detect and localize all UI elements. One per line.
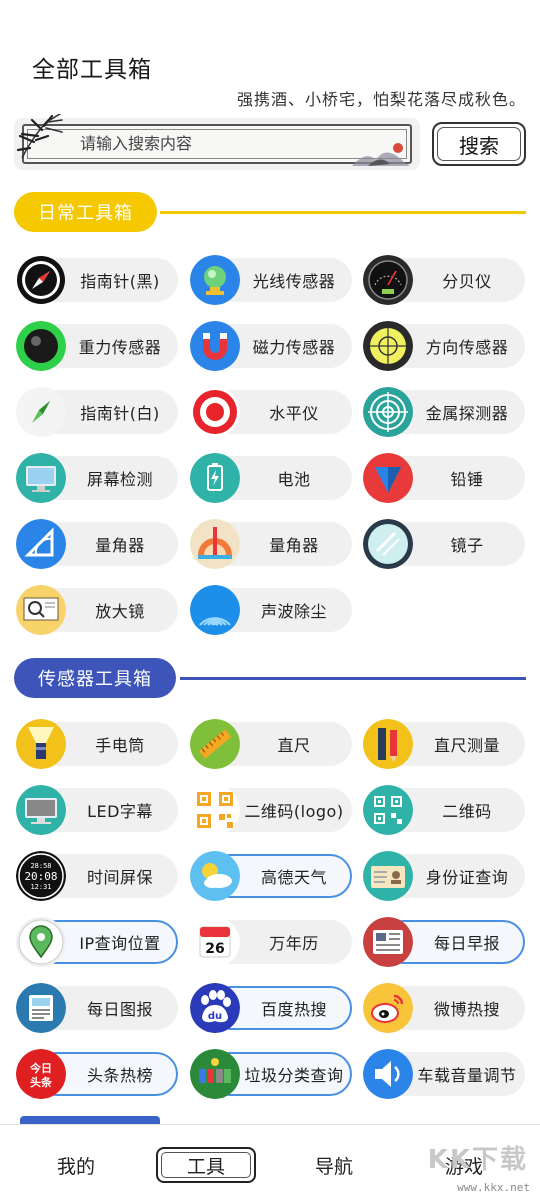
header-slogan: 强携酒、小桥宅，怕梨花落尽成秋色。 [236, 90, 526, 109]
battery-icon [190, 453, 240, 503]
calendar-icon: 26 [190, 917, 240, 967]
tool-direction-sensor[interactable]: 方向传感器 [361, 321, 525, 371]
tool-weibo-hot[interactable]: 微博热搜 [361, 983, 525, 1033]
sonic-dust-icon [190, 585, 240, 635]
toutiao-logo-text-2: 头条 [30, 1075, 53, 1089]
next-section-header-partial [20, 1116, 160, 1124]
compass-black-icon [16, 255, 66, 305]
tool-daily-picture-news[interactable]: 每日图报 [14, 983, 178, 1033]
section-header-daily: 日常工具箱 [14, 192, 526, 232]
qrcode-logo-icon [190, 785, 240, 835]
nav-item-mine[interactable]: 我的 [26, 1147, 126, 1183]
magnifier-icon [16, 585, 66, 635]
ruler-measure-icon [363, 719, 413, 769]
tool-mirror[interactable]: 镜子 [361, 519, 525, 569]
tool-toutiao-hot[interactable]: 头条热榜 今日 头条 [14, 1049, 178, 1099]
tool-magnifier[interactable]: 放大镜 [14, 585, 178, 635]
mountain-decoration-icon [352, 143, 410, 166]
tool-battery[interactable]: 电池 [188, 453, 352, 503]
led-monitor-icon [16, 785, 66, 835]
tool-plumb-bob[interactable]: 铅锤 [361, 453, 525, 503]
ruler-icon [190, 719, 240, 769]
tool-car-volume[interactable]: 车载音量调节 [361, 1049, 525, 1099]
flashlight-icon [16, 719, 66, 769]
search-input[interactable] [80, 130, 340, 156]
baidu-icon: du [190, 983, 240, 1033]
watermark-brand: KK下载 [427, 1145, 528, 1175]
toutiao-icon: 今日 头条 [16, 1049, 66, 1099]
bottom-nav: 我的 工具 导航 游戏 KK下载 www.kkx.net [0, 1124, 540, 1200]
decibel-meter-icon [363, 255, 413, 305]
tool-gravity-sensor[interactable]: 重力传感器 [14, 321, 178, 371]
clock-top-text: 28:58 [30, 862, 51, 870]
calendar-day-text: 26 [205, 941, 224, 957]
tool-ruler[interactable]: 直尺 [188, 719, 352, 769]
tool-protractor-1[interactable]: 量角器 [14, 519, 178, 569]
nav-item-tools[interactable]: 工具 [156, 1147, 256, 1183]
tool-light-sensor[interactable]: 光线传感器 [188, 255, 352, 305]
plumb-bob-icon [363, 453, 413, 503]
clock-bot-text: 12:31 [30, 883, 51, 891]
picture-news-icon [16, 983, 66, 1033]
speaker-icon [363, 1049, 413, 1099]
tool-decibel-meter[interactable]: 分贝仪 [361, 255, 525, 305]
tool-flashlight[interactable]: 手电筒 [14, 719, 178, 769]
clock-mid-text: 20:08 [24, 870, 57, 883]
bamboo-decoration-icon [16, 114, 63, 159]
tool-calendar[interactable]: 万年历 26 [188, 917, 352, 967]
gravity-sensor-icon [16, 321, 66, 371]
section-divider-daily [160, 211, 526, 214]
tool-screen-test[interactable]: 屏幕检测 [14, 453, 178, 503]
tool-daily-morning-news[interactable]: 每日早报 [361, 917, 525, 967]
tool-qrcode-logo[interactable]: 二维码(logo) [188, 785, 352, 835]
light-sensor-icon [190, 255, 240, 305]
toutiao-logo-text-1: 今日 [29, 1061, 52, 1075]
clock-screensaver-icon: 28:58 20:08 12:31 [16, 851, 66, 901]
tool-baidu-hot[interactable]: 百度热搜 du [188, 983, 352, 1033]
tool-qrcode[interactable]: 二维码 [361, 785, 525, 835]
qrcode-icon [363, 785, 413, 835]
direction-sensor-icon [363, 321, 413, 371]
tool-weather[interactable]: 高德天气 [188, 851, 352, 901]
magnet-icon [190, 321, 240, 371]
tool-compass-white[interactable]: 指南针(白) [14, 387, 178, 437]
section-header-sensor: 传感器工具箱 [14, 658, 526, 698]
tool-ruler-measure[interactable]: 直尺测量 [361, 719, 525, 769]
tool-level[interactable]: 水平仪 [188, 387, 352, 437]
weather-icon [190, 851, 240, 901]
nav-item-navigation[interactable]: 导航 [284, 1147, 384, 1183]
section-title-daily: 日常工具箱 [14, 192, 157, 232]
search-button[interactable]: 搜索 [432, 122, 526, 166]
protractor-blue-icon [16, 519, 66, 569]
tool-protractor-2[interactable]: 量角器 [188, 519, 352, 569]
mirror-icon [363, 519, 413, 569]
tool-led-banner[interactable]: LED字幕 [14, 785, 178, 835]
tool-magnet-sensor[interactable]: 磁力传感器 [188, 321, 352, 371]
weibo-icon [363, 983, 413, 1033]
id-card-icon [363, 851, 413, 901]
tool-id-card[interactable]: 身份证查询 [361, 851, 525, 901]
tool-sonic-dust[interactable]: 声波除尘 [188, 585, 352, 635]
page-title: 全部工具箱 [32, 57, 152, 83]
tool-metal-detector[interactable]: 金属探测器 [361, 387, 525, 437]
location-pin-icon [16, 917, 66, 967]
baidu-logo-text: du [208, 1011, 222, 1022]
tool-ip-location[interactable]: IP查询位置 [14, 917, 178, 967]
screen-test-icon [16, 453, 66, 503]
section-title-sensor: 传感器工具箱 [14, 658, 176, 698]
tool-trash-sort[interactable]: 垃圾分类查询 [188, 1049, 352, 1099]
protractor-teal-icon [190, 519, 240, 569]
compass-white-icon [16, 387, 66, 437]
metal-detector-icon [363, 387, 413, 437]
level-icon [190, 387, 240, 437]
newspaper-icon [363, 917, 413, 967]
section-divider-sensor [180, 677, 526, 680]
trash-sort-icon [190, 1049, 240, 1099]
tool-compass-black[interactable]: 指南针(黑) [14, 255, 178, 305]
watermark-url: www.kkx.net [457, 1181, 530, 1194]
tool-clock-screensaver[interactable]: 时间屏保 28:58 20:08 12:31 [14, 851, 178, 901]
